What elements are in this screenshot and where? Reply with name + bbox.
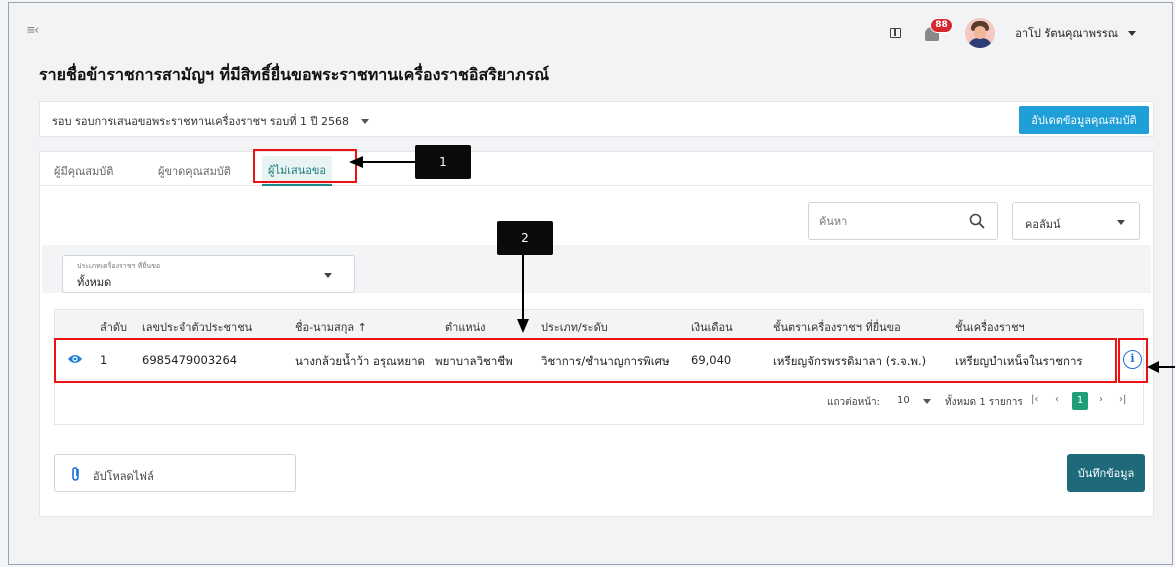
save-button[interactable]: บันทึกข้อมูล: [1067, 454, 1145, 492]
callout-1: 1: [415, 145, 471, 179]
upload-file-button[interactable]: อัปโหลดไฟล์: [54, 454, 296, 492]
highlight-box-tab: [253, 149, 357, 183]
rows-per-page-chevron-down-icon[interactable]: [923, 399, 931, 404]
round-chevron-down-icon[interactable]: [360, 118, 369, 124]
tab-unqualified[interactable]: ผู้ขาดคุณสมบัติ: [158, 162, 231, 180]
paperclip-icon: [72, 467, 79, 481]
arrow-left-icon: [349, 156, 363, 168]
first-page-icon[interactable]: |‹: [1031, 394, 1038, 405]
col-header-id[interactable]: เลขประจำตัวประชาชน: [142, 318, 252, 336]
col-header-name[interactable]: ชื่อ-นามสกุล ↑: [295, 318, 367, 336]
user-menu-chevron-down-icon[interactable]: [1128, 30, 1136, 36]
search-input[interactable]: [819, 211, 959, 231]
col-header-salary[interactable]: เงินเดือน: [691, 318, 733, 336]
prev-page-icon[interactable]: ‹: [1055, 394, 1059, 405]
column-select-label: คอลัมน์: [1025, 218, 1061, 231]
filter-area: ประเภทเครื่องราชฯ ที่ยื่นขอ ทั้งหมด: [42, 245, 1151, 293]
current-page-button[interactable]: 1: [1072, 392, 1088, 410]
table-header: ลำดับ เลขประจำตัวประชาชน ชื่อ-นามสกุล ↑ …: [55, 310, 1143, 340]
arrow-line-2: [522, 255, 524, 321]
notification-bell-icon[interactable]: 88: [923, 18, 953, 44]
highlight-box-info: [1118, 338, 1148, 383]
search-icon[interactable]: [969, 213, 985, 229]
data-table: ลำดับ เลขประจำตัวประชาชน ชื่อ-นามสกุล ↑ …: [54, 309, 1148, 425]
chevron-down-icon: [324, 273, 332, 278]
top-bar: ≡‹ 88 อาโป รัตนคุณาพรรณ: [21, 15, 1154, 51]
app-frame: ≡‹ 88 อาโป รัตนคุณาพรรณ รายชื่อข้าราชการ…: [8, 2, 1175, 565]
rows-per-page-select[interactable]: 10: [897, 395, 910, 406]
award-type-label: ประเภทเครื่องราชฯ ที่ยื่นขอ: [77, 262, 161, 270]
arrow-line-1: [361, 161, 415, 163]
notification-badge: 88: [930, 18, 953, 33]
round-selector[interactable]: รอบ รอบการเสนอขอพระราชทานเครื่องราชฯ รอบ…: [52, 112, 369, 130]
last-page-icon[interactable]: ›|: [1119, 394, 1126, 405]
col-header-type-level[interactable]: ประเภท/ระดับ: [541, 318, 608, 336]
award-type-select[interactable]: ประเภทเครื่องราชฯ ที่ยื่นขอ ทั้งหมด: [62, 255, 355, 293]
book-icon[interactable]: [890, 28, 902, 38]
avatar[interactable]: [965, 18, 996, 48]
next-page-icon[interactable]: ›: [1099, 394, 1103, 405]
total-records: ทั้งหมด 1 รายการ: [945, 397, 1023, 408]
highlight-box-row: [54, 338, 1117, 383]
tab-qualified[interactable]: ผู้มีคุณสมบัติ: [54, 162, 113, 180]
col-header-position[interactable]: ตำแหน่ง: [445, 318, 486, 336]
arrow-down-icon: [517, 319, 529, 333]
col-header-no[interactable]: ลำดับ: [100, 318, 127, 336]
round-label: รอบ รอบการเสนอขอพระราชทานเครื่องราชฯ รอบ…: [52, 115, 349, 128]
menu-collapse-icon[interactable]: ≡‹: [27, 23, 41, 38]
page-title: รายชื่อข้าราชการสามัญฯ ที่มีสิทธิ์ยื่นขอ…: [39, 65, 550, 84]
user-name[interactable]: อาโป รัตนคุณาพรรณ: [1015, 24, 1118, 42]
upload-file-label: อัปโหลดไฟล์: [93, 470, 154, 483]
chevron-down-icon: [1117, 220, 1125, 225]
column-select[interactable]: คอลัมน์: [1012, 202, 1140, 240]
top-right-controls: 88 อาโป รัตนคุณาพรรณ: [890, 15, 1136, 51]
callout-2: 2: [497, 221, 553, 255]
col-header-requested-award[interactable]: ชั้นตราเครื่องราชฯ ที่ยื่นขอ: [773, 318, 901, 336]
award-type-value: ทั้งหมด: [77, 276, 112, 289]
main-card: ผู้มีคุณสมบัติ ผู้ขาดคุณสมบัติ ผู้ไม่เสน…: [39, 149, 1154, 517]
col-header-award-class[interactable]: ชั้นเครื่องราชฯ: [955, 318, 1025, 336]
rows-per-page-label: แถวต่อหน้า:: [827, 397, 881, 408]
arrow-left-icon: [1147, 361, 1159, 373]
pagination: แถวต่อหน้า: 10 ทั้งหมด 1 รายการ |‹ ‹ 1 ›…: [55, 390, 1143, 414]
round-selector-bar: รอบ รอบการเสนอขอพระราชทานเครื่องราชฯ รอบ…: [39, 101, 1154, 137]
tab-bar: ผู้มีคุณสมบัติ ผู้ขาดคุณสมบัติ ผู้ไม่เสน…: [40, 149, 1153, 186]
search-box: [808, 202, 998, 240]
update-qualification-button[interactable]: อัปเดตข้อมูลคุณสมบัติ: [1019, 106, 1149, 134]
arrow-line-3: [1157, 366, 1175, 368]
